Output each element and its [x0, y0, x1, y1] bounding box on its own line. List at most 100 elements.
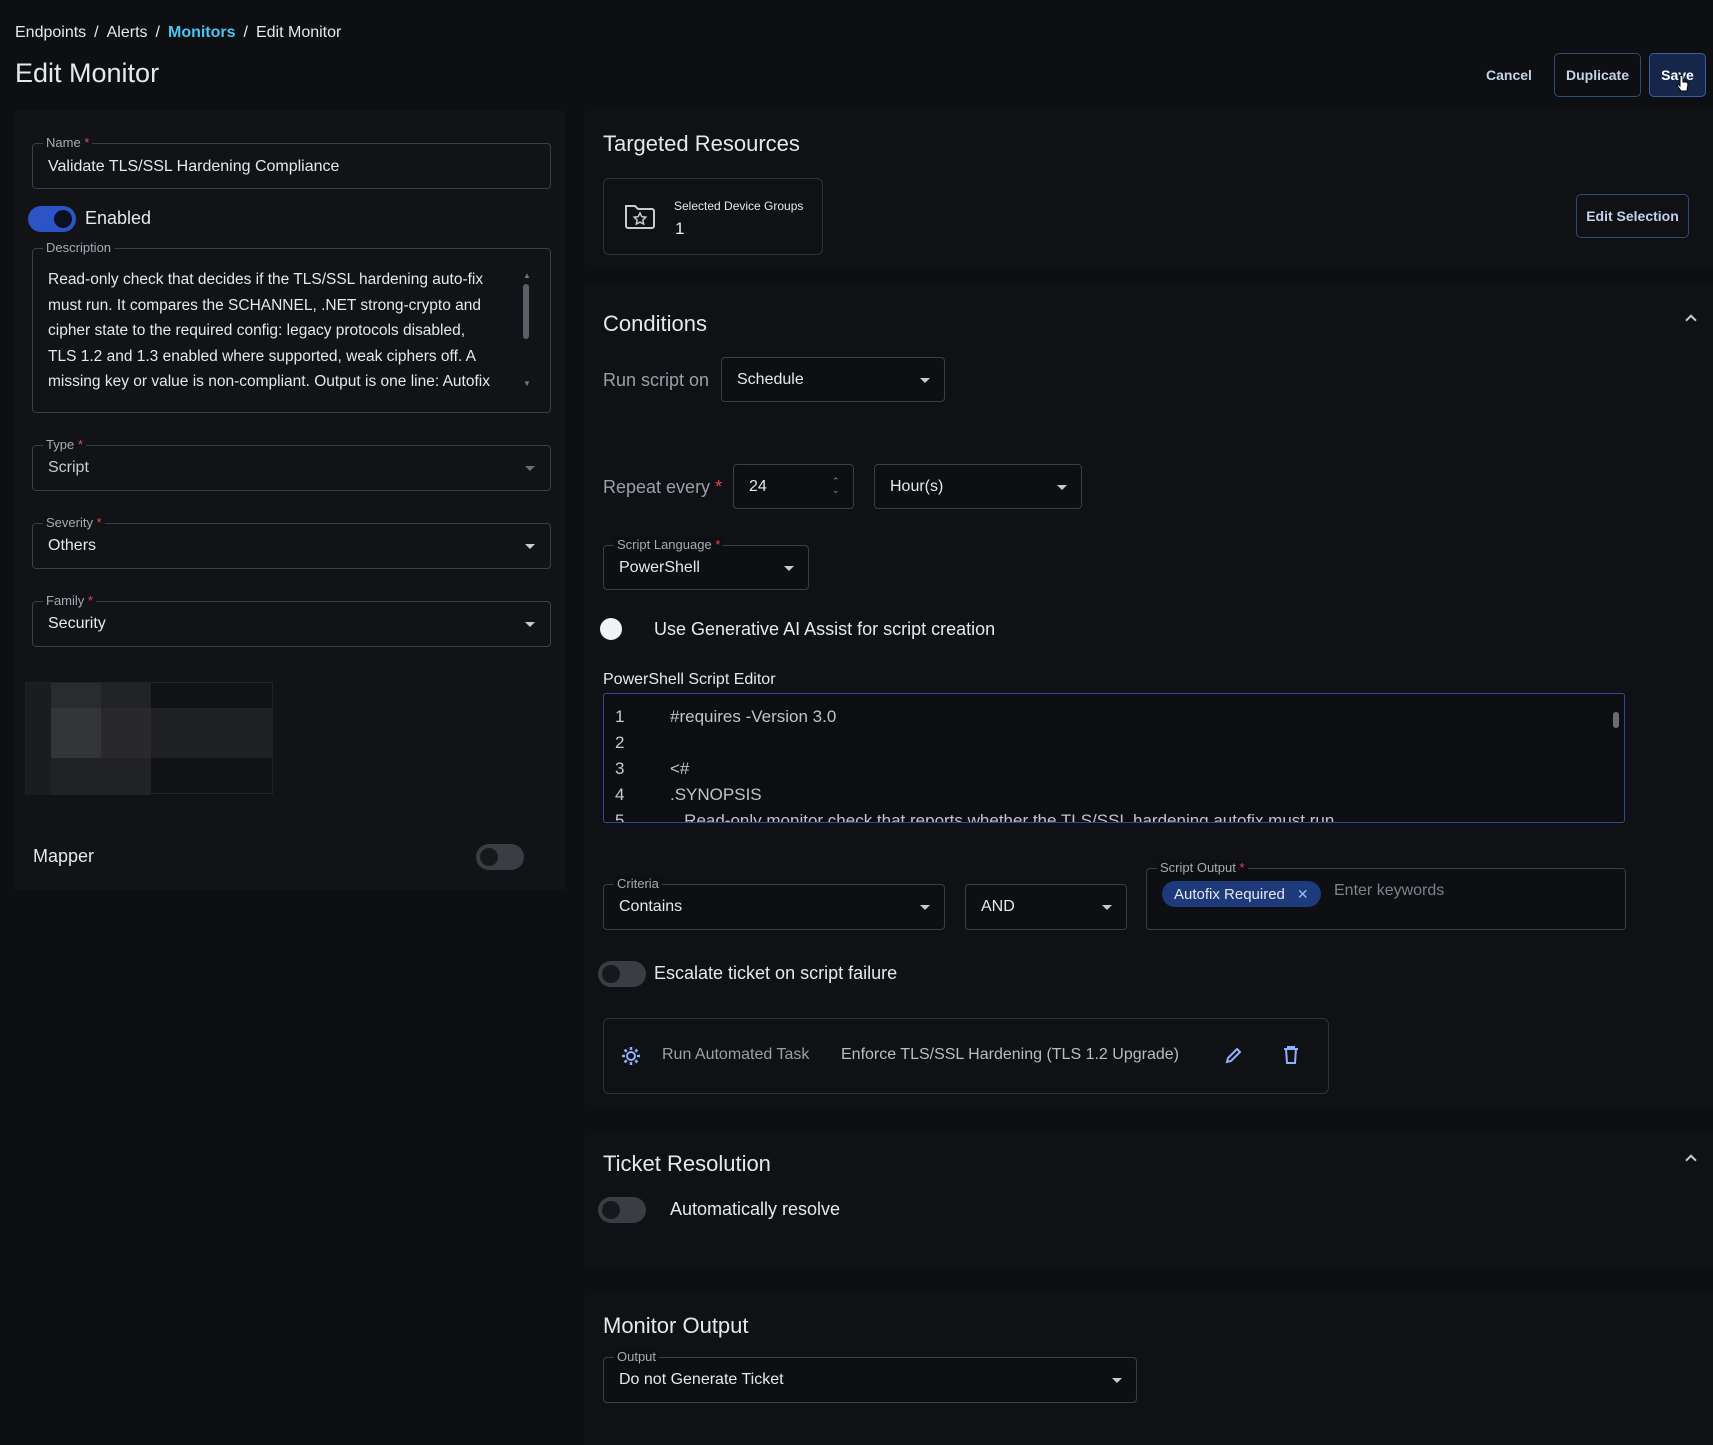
- severity-select[interactable]: Severity * Others: [32, 515, 551, 569]
- escalate-toggle[interactable]: [598, 961, 646, 987]
- description-scrollbar[interactable]: [523, 284, 529, 339]
- line-number: 1: [615, 707, 625, 726]
- line-number: 2: [615, 733, 625, 752]
- repeat-every-value: 24: [749, 478, 767, 495]
- code-line[interactable]: <#: [670, 759, 689, 779]
- output-label: Output: [614, 1349, 660, 1364]
- line-number: 4: [615, 785, 625, 804]
- family-label: Family *: [43, 593, 96, 608]
- line-number: 3: [615, 759, 625, 778]
- name-label: Name *: [43, 135, 93, 150]
- escalate-label: Escalate ticket on script failure: [654, 963, 898, 983]
- auto-resolve-toggle[interactable]: [598, 1197, 646, 1223]
- script-output-field[interactable]: Script Output * Autofix Required ✕ Enter…: [1146, 860, 1626, 930]
- enabled-toggle[interactable]: [28, 206, 76, 232]
- breadcrumb-edit-monitor: Edit Monitor: [255, 24, 342, 41]
- description-label: Description: [43, 240, 115, 255]
- logic-value: AND: [981, 898, 1015, 915]
- cursor-pointer-icon: [1676, 74, 1689, 92]
- script-editor-label: PowerShell Script Editor: [603, 671, 776, 688]
- page-title: Edit Monitor: [15, 58, 160, 88]
- selected-device-groups-label: Selected Device Groups: [674, 199, 804, 213]
- edit-icon[interactable]: [1224, 1045, 1244, 1065]
- chevron-down-icon: [525, 622, 535, 627]
- run-script-on-label: Run script on: [603, 370, 710, 390]
- targeted-resources-title: Targeted Resources: [603, 131, 800, 156]
- run-script-on-select[interactable]: Schedule: [721, 357, 945, 402]
- breadcrumb-separator: /: [94, 24, 99, 41]
- automated-task-card: Run Automated Task Enforce TLS/SSL Harde…: [603, 1018, 1329, 1094]
- chevron-down-icon: [1112, 1378, 1122, 1383]
- description-textarea[interactable]: Read-only check that decides if the TLS/…: [48, 267, 528, 395]
- criteria-label: Criteria: [614, 876, 662, 891]
- run-script-on-value: Schedule: [737, 371, 804, 388]
- breadcrumb-separator: /: [243, 24, 248, 41]
- enabled-label: Enabled: [85, 208, 152, 228]
- mapper-toggle[interactable]: [476, 844, 524, 870]
- logic-select[interactable]: AND: [965, 884, 1127, 930]
- description-field[interactable]: Description Read-only check that decides…: [32, 240, 551, 413]
- chevron-down-icon: [784, 566, 794, 571]
- family-value: Security: [48, 615, 106, 632]
- chevron-down-icon: [920, 378, 930, 383]
- repeat-unit-value: Hour(s): [890, 478, 944, 495]
- breadcrumb: Endpoints / Alerts / Monitors / Edit Mon…: [15, 24, 341, 42]
- chevron-down-icon: [525, 544, 535, 549]
- selected-device-groups-card: Selected Device Groups 1: [603, 178, 823, 255]
- repeat-every-input[interactable]: 24 ⌃ ⌄: [733, 464, 854, 509]
- folder-star-icon: [625, 205, 655, 229]
- output-select[interactable]: Output Do not Generate Ticket: [603, 1349, 1137, 1403]
- automated-task-label: Run Automated Task: [662, 1046, 810, 1063]
- edit-selection-button[interactable]: Edit Selection: [1576, 194, 1689, 238]
- type-select[interactable]: Type * Script: [32, 437, 551, 491]
- gear-icon: [622, 1047, 640, 1065]
- cancel-button[interactable]: Cancel: [1474, 53, 1544, 97]
- family-select[interactable]: Family * Security: [32, 593, 551, 647]
- code-line[interactable]: #requires -Version 3.0: [670, 707, 836, 727]
- chevron-down-icon: [920, 905, 930, 910]
- ai-assist-label: Use Generative AI Assist for script crea…: [654, 619, 996, 639]
- criteria-select[interactable]: Criteria Contains: [603, 876, 945, 930]
- chevron-down-icon: [525, 466, 535, 471]
- monitor-output-title: Monitor Output: [603, 1313, 749, 1338]
- repeat-unit-select[interactable]: Hour(s): [874, 464, 1082, 509]
- repeat-every-label: Repeat every *: [603, 477, 723, 497]
- severity-value: Others: [48, 537, 97, 554]
- breadcrumb-monitors[interactable]: Monitors: [168, 24, 236, 42]
- selected-device-groups-count: 1: [675, 219, 685, 238]
- script-language-select[interactable]: Script Language * PowerShell: [603, 537, 809, 590]
- ticket-resolution-title: Ticket Resolution: [603, 1151, 771, 1176]
- duplicate-button[interactable]: Duplicate: [1554, 53, 1641, 97]
- close-icon[interactable]: ✕: [1297, 886, 1309, 903]
- criteria-value: Contains: [619, 898, 683, 915]
- script-language-value: PowerShell: [619, 559, 700, 576]
- script-output-label: Script Output *: [1157, 860, 1248, 875]
- breadcrumb-alerts[interactable]: Alerts: [107, 24, 148, 42]
- severity-label: Severity *: [43, 515, 105, 530]
- ai-assist-radio[interactable]: [600, 618, 622, 640]
- type-label: Type *: [43, 437, 86, 452]
- code-line[interactable]: Read-only monitor check that reports whe…: [670, 811, 1339, 822]
- breadcrumb-separator: /: [155, 24, 160, 41]
- chevron-down-icon: [1102, 905, 1112, 910]
- scroll-up-icon[interactable]: ▲: [523, 271, 531, 280]
- keywords-input[interactable]: Enter keywords: [1334, 882, 1444, 900]
- editor-scrollbar[interactable]: [1613, 712, 1619, 728]
- chevron-down-icon: [1057, 485, 1067, 490]
- trash-icon[interactable]: [1283, 1045, 1299, 1065]
- name-input[interactable]: Validate TLS/SSL Hardening Compliance: [48, 158, 339, 176]
- conditions-title: Conditions: [603, 311, 707, 336]
- breadcrumb-endpoints[interactable]: Endpoints: [15, 24, 86, 42]
- redacted-image: [25, 682, 273, 795]
- save-button[interactable]: Save: [1649, 53, 1706, 97]
- output-value: Do not Generate Ticket: [619, 1371, 784, 1388]
- automated-task-name: Enforce TLS/SSL Hardening (TLS 1.2 Upgra…: [841, 1046, 1179, 1063]
- script-editor[interactable]: 1 #requires -Version 3.0 2 3 <# 4 .SYNOP…: [603, 693, 1625, 823]
- script-language-label: Script Language *: [614, 537, 724, 552]
- code-line[interactable]: .SYNOPSIS: [670, 785, 762, 805]
- type-value: Script: [48, 459, 89, 476]
- scroll-down-icon[interactable]: ▼: [523, 379, 531, 388]
- name-field[interactable]: Name * Validate TLS/SSL Hardening Compli…: [32, 135, 551, 189]
- keyword-chip[interactable]: Autofix Required ✕: [1162, 881, 1321, 907]
- stepper-icon[interactable]: ⌃ ⌄: [832, 477, 840, 495]
